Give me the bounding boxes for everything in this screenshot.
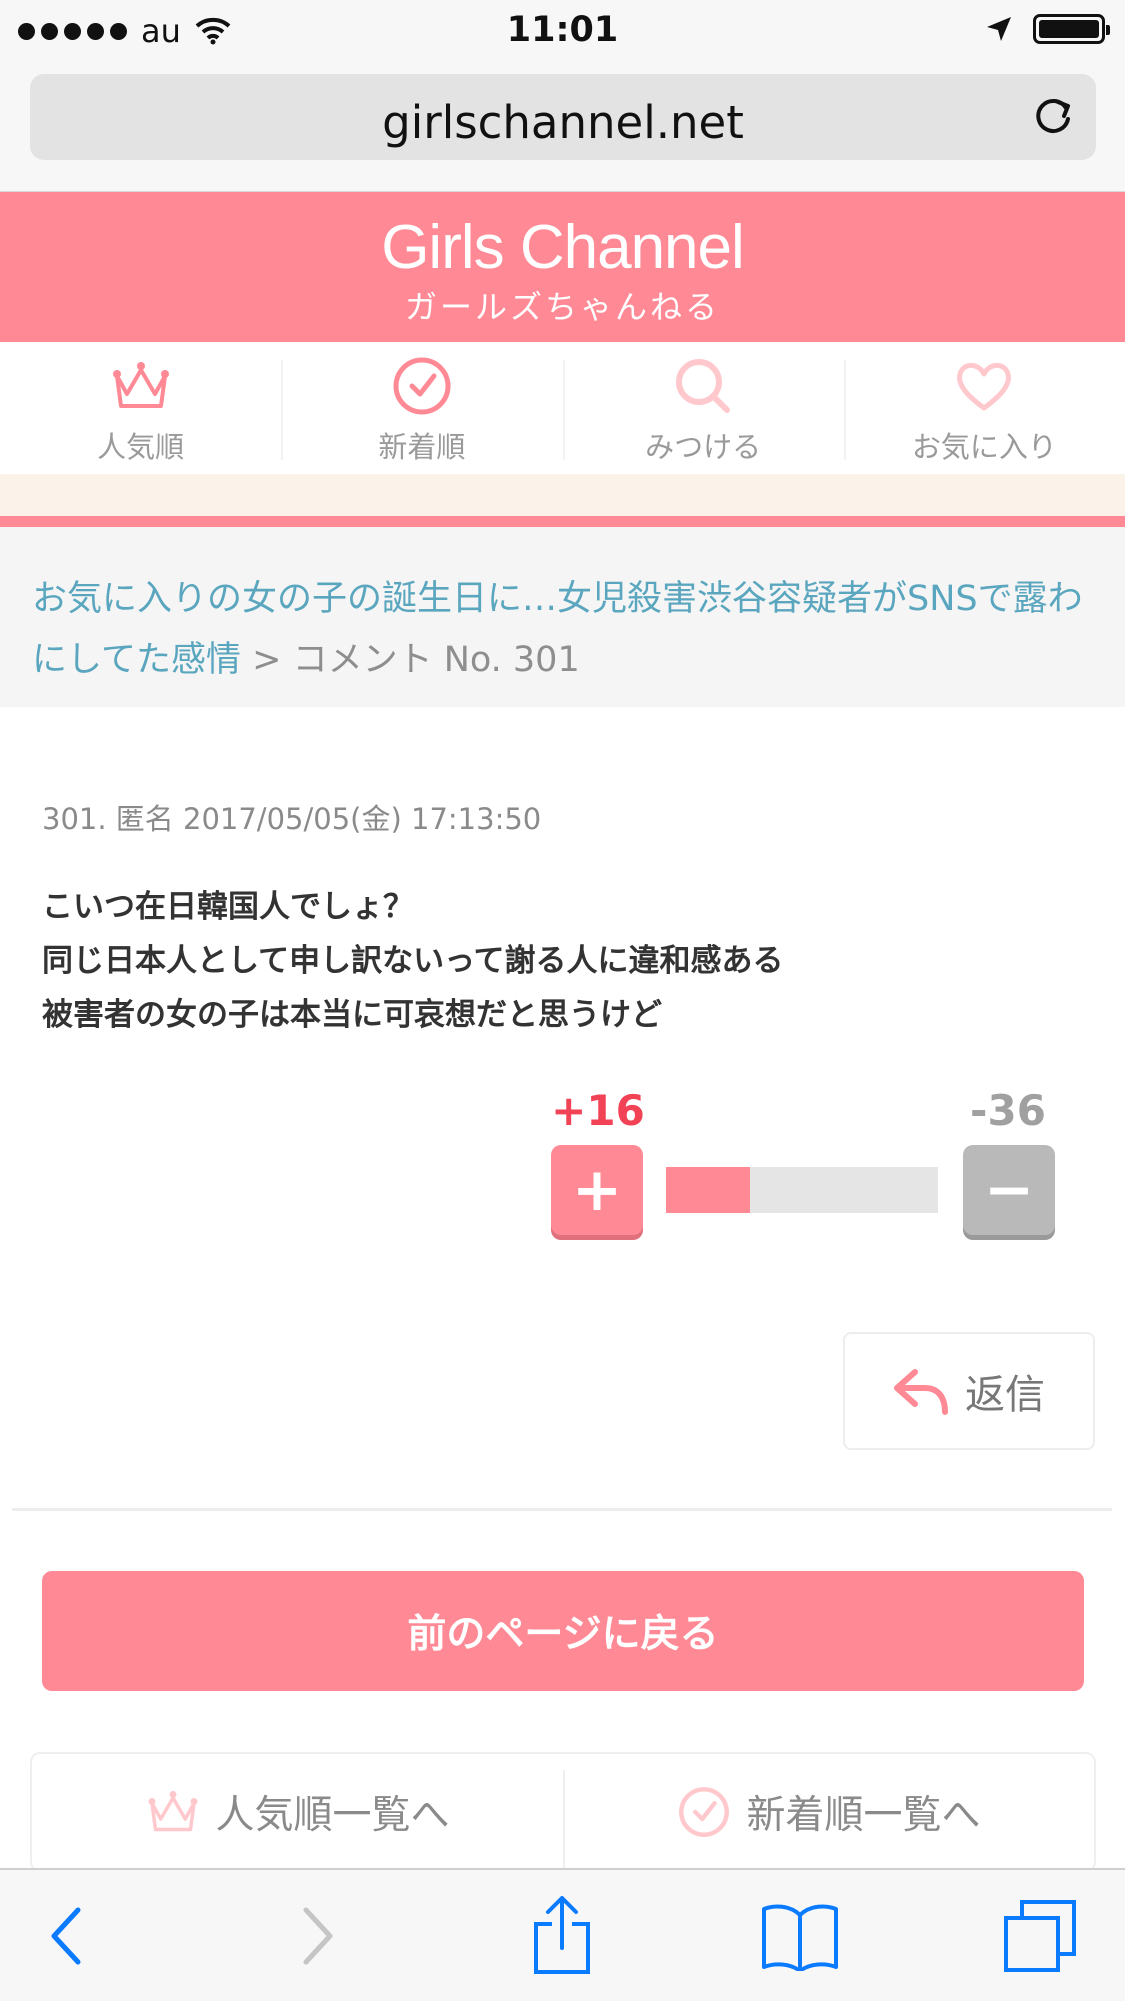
tabs-button[interactable]	[1000, 1896, 1080, 1976]
comment-line: こいつ在日韓国人でしょ？	[42, 889, 414, 925]
nav-item-favorites[interactable]: お気に入り	[843, 342, 1125, 474]
status-right	[985, 14, 1110, 44]
clock-icon	[679, 1787, 730, 1837]
minus-vote-button[interactable]: −	[963, 1145, 1055, 1235]
browser-address-area: girlschannel.net	[0, 64, 1125, 192]
reply-button[interactable]: 返信	[843, 1332, 1095, 1450]
header-accent-line	[0, 516, 1125, 527]
search-icon	[676, 359, 731, 413]
breadcrumb: お気に入りの女の子の誕生日に…女児殺害渋谷容疑者がSNSで露わにしてた感情 > …	[0, 527, 1125, 707]
tabs-icon	[1004, 1900, 1076, 1972]
vote-ratio-bar	[666, 1167, 938, 1213]
plus-icon: +	[571, 1155, 623, 1225]
minus-icon: −	[983, 1155, 1035, 1225]
site-header[interactable]: Girls Channel ガールズちゃんねる	[0, 192, 1125, 342]
list-link-label: 人気順一覧へ	[215, 1793, 450, 1838]
comment-meta: 301. 匿名 2017/05/05(金) 17:13:50	[42, 802, 542, 836]
nav-item-search[interactable]: みつける	[562, 342, 844, 474]
clock-icon	[393, 357, 451, 415]
comment-line: 同じ日本人として申し訳ないって謝る人に違和感ある	[42, 943, 784, 979]
reload-icon[interactable]	[1030, 94, 1076, 140]
nav-label: 人気順	[97, 430, 185, 464]
book-icon	[762, 1904, 838, 1971]
plus-vote-count: +16	[551, 1086, 645, 1135]
breadcrumb-current: コメント No. 301	[292, 640, 580, 680]
nav-item-popular[interactable]: 人気順	[0, 342, 281, 474]
site-logo[interactable]: Girls Channel	[0, 212, 1125, 283]
nav-item-new[interactable]: 新着順	[281, 342, 562, 474]
comment-body: こいつ在日韓国人でしょ？ 同じ日本人として申し訳ないって謝る人に違和感ある 被害…	[42, 880, 1082, 1042]
divider	[12, 1508, 1112, 1511]
list-link-label: 新着順一覧へ	[746, 1793, 981, 1838]
forward-button[interactable]	[278, 1896, 358, 1976]
comment-line: 被害者の女の子は本当に可哀想だと思うけど	[42, 997, 662, 1033]
browser-toolbar	[0, 1868, 1125, 2001]
share-button[interactable]	[522, 1896, 602, 1976]
address-bar[interactable]: girlschannel.net	[30, 74, 1096, 160]
new-list-link[interactable]: 新着順一覧へ	[563, 1754, 1094, 1870]
chevron-left-icon	[51, 1907, 81, 1965]
nav-label: お気に入り	[911, 430, 1057, 464]
battery-icon	[1033, 14, 1110, 44]
main-nav: 人気順 新着順 みつける お気に入り	[0, 342, 1125, 474]
header-band	[0, 474, 1125, 516]
back-to-previous-page-button[interactable]: 前のページに戻る	[42, 1571, 1084, 1691]
crown-icon	[112, 362, 169, 408]
clock: 11:01	[506, 10, 619, 50]
share-icon	[534, 1896, 590, 1974]
breadcrumb-separator: >	[252, 640, 282, 680]
location-arrow-icon	[987, 17, 1011, 41]
minus-vote-count: -36	[970, 1086, 1046, 1135]
bookmarks-button[interactable]	[758, 1896, 842, 1976]
reply-label: 返信	[965, 1372, 1045, 1418]
chevron-right-icon	[303, 1907, 333, 1965]
plus-vote-button[interactable]: +	[551, 1145, 643, 1235]
nav-label: みつける	[645, 430, 762, 464]
crown-icon	[148, 1791, 198, 1832]
nav-label: 新着順	[378, 430, 466, 464]
back-button[interactable]	[26, 1896, 106, 1976]
heart-icon	[957, 362, 1012, 411]
reply-arrow-icon	[894, 1369, 948, 1415]
site-logo-subtitle: ガールズちゃんねる	[404, 288, 720, 326]
vote-ratio-fill	[666, 1167, 751, 1213]
popular-list-link[interactable]: 人気順一覧へ	[32, 1754, 563, 1870]
list-links: 人気順一覧へ 新着順一覧へ	[30, 1752, 1096, 1872]
url-text[interactable]: girlschannel.net	[30, 96, 1096, 149]
status-bar: au 11:01	[0, 0, 1125, 64]
